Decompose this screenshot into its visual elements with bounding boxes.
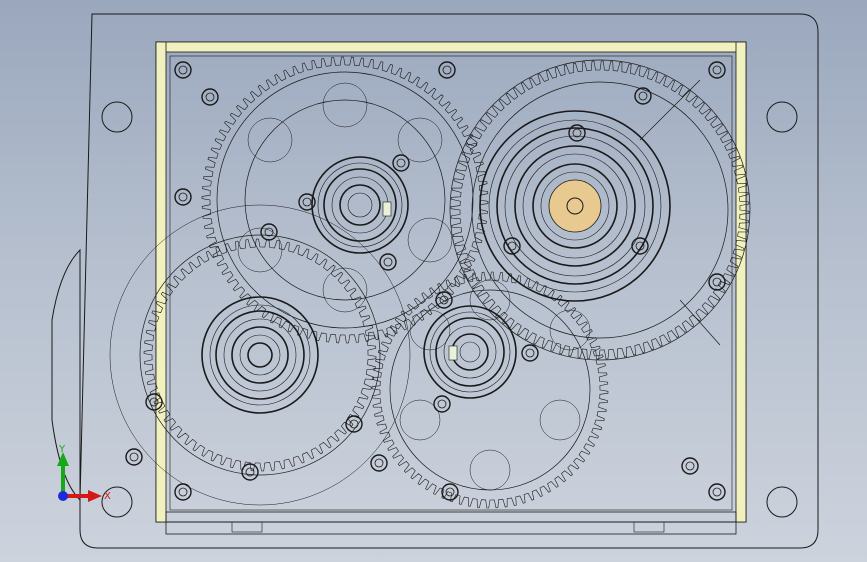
gearbox-drawing: Y X — [51, 13, 819, 549]
bolt-inner — [712, 487, 722, 497]
gear-teeth — [143, 238, 377, 472]
bolt-inner — [507, 241, 517, 251]
gear-ring — [435, 317, 505, 387]
base-foot — [633, 521, 665, 533]
housing-rim-right — [735, 41, 747, 523]
x-axis-label: X — [104, 491, 111, 502]
gear-ring — [247, 117, 293, 163]
bolt-inner — [383, 257, 393, 267]
bolt-inner — [264, 227, 274, 237]
gear-ring — [239, 334, 281, 376]
gear-ring — [469, 449, 511, 491]
support-strut — [639, 79, 701, 141]
gear-ring — [451, 333, 489, 371]
bolt-inner — [205, 92, 215, 102]
gear-ring — [407, 217, 453, 263]
bolt-inner — [525, 348, 535, 358]
mounting-plate — [51, 13, 819, 549]
gear-ring — [209, 304, 311, 406]
bolt — [521, 344, 539, 362]
bolt — [174, 483, 192, 501]
shaft-hub-right — [548, 179, 602, 233]
bolt-inner — [445, 487, 455, 497]
bolt — [708, 61, 726, 79]
bolt-group — [125, 61, 726, 501]
bolt — [435, 291, 453, 309]
key-slot — [382, 201, 392, 217]
x-axis-arrow — [88, 490, 102, 502]
bolt — [634, 87, 652, 105]
gear-ring — [459, 341, 481, 363]
bolt — [174, 61, 192, 79]
mount-hole — [101, 101, 133, 133]
gear-ring — [311, 156, 409, 254]
bolt-inner — [712, 65, 722, 75]
bolt — [201, 88, 219, 106]
bolt-inner — [178, 65, 188, 75]
bolt — [260, 223, 278, 241]
support-strut — [679, 299, 721, 346]
bolt — [708, 483, 726, 501]
housing-rim — [155, 41, 747, 523]
gear-ring — [215, 310, 305, 400]
gear-group — [109, 56, 751, 509]
gear-teeth — [371, 271, 609, 509]
gear-ring — [216, 71, 474, 329]
gear-ring — [322, 82, 368, 128]
base-foot — [231, 521, 263, 533]
bolt-inner — [302, 197, 312, 207]
bolt-inner — [178, 192, 188, 202]
gear-ring — [322, 267, 368, 313]
coordinate-triad[interactable]: Y X — [57, 444, 111, 502]
gear-ring — [109, 204, 411, 506]
bolt — [379, 253, 397, 271]
housing-inner — [169, 55, 733, 511]
bolt — [241, 463, 259, 481]
housing-rim-top — [155, 41, 747, 53]
gear-ring — [539, 399, 581, 441]
gear-ring — [223, 318, 297, 392]
gear-ring — [247, 342, 273, 368]
gear-ring — [347, 192, 373, 218]
y-axis-label: Y — [58, 444, 66, 455]
gear-ring — [469, 279, 511, 321]
gear-ring — [339, 184, 381, 226]
gear-ring — [139, 234, 381, 476]
base-plate — [165, 511, 737, 535]
key-slot — [448, 345, 458, 361]
bolt — [631, 237, 649, 255]
bolt-inner — [374, 458, 384, 468]
bolt — [681, 457, 699, 475]
mount-hole — [766, 486, 798, 518]
bolt-inner — [396, 158, 406, 168]
bolt-inner — [685, 461, 695, 471]
bolt-inner — [129, 452, 139, 462]
bolt-inner — [442, 65, 452, 75]
bolt — [370, 454, 388, 472]
bolt — [125, 448, 143, 466]
bolt-inner — [349, 419, 359, 429]
bolt — [441, 483, 459, 501]
cad-viewport[interactable]: Y X — [0, 0, 867, 562]
bolt-inner — [437, 399, 447, 409]
gear-ring — [423, 305, 517, 399]
bolt — [174, 188, 192, 206]
mount-hole — [766, 101, 798, 133]
gear-ring — [429, 311, 511, 393]
gear-ring — [201, 296, 319, 414]
gear-ring — [231, 326, 289, 384]
bolt — [438, 61, 456, 79]
bolt — [433, 395, 451, 413]
bolt-inner — [178, 487, 188, 497]
bolt — [392, 154, 410, 172]
bolt-inner — [638, 91, 648, 101]
gear-ring — [237, 227, 283, 273]
z-axis-dot — [58, 491, 68, 501]
